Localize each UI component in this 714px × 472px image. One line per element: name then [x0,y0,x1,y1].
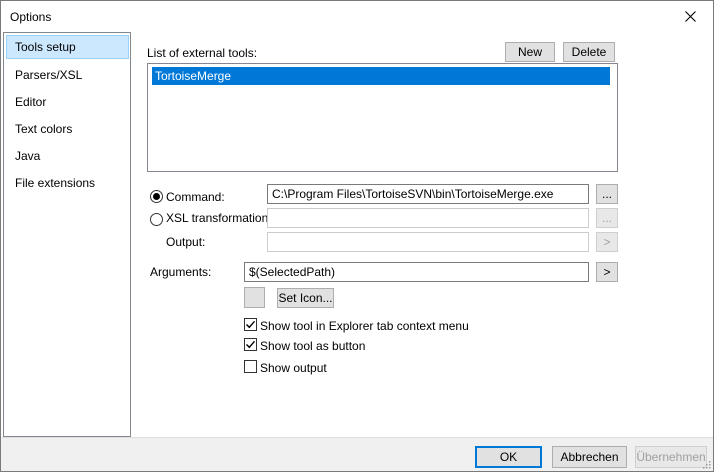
checkmark-icon [246,340,256,349]
sidebar-item-label: Text colors [15,122,73,136]
close-button[interactable] [667,1,713,32]
xsl-browse-button[interactable]: ... [596,208,618,228]
dialog-footer: OK Abbrechen Übernehmen [1,437,713,471]
apply-button[interactable]: Übernehmen [635,446,707,468]
cancel-button[interactable]: Abbrechen [552,446,627,468]
xsl-transformation-input[interactable] [267,208,589,228]
show-as-button-checkbox[interactable] [244,338,257,351]
output-arrow-button[interactable]: > [596,232,618,252]
show-in-context-menu-checkbox[interactable] [244,318,257,331]
sidebar-item-label: Tools setup [15,40,76,54]
show-output-label: Show output [260,361,327,375]
sidebar-item-java[interactable]: Java [6,144,129,168]
sidebar-item-parsers-xsl[interactable]: Parsers/XSL [6,63,129,87]
sidebar-item-file-extensions[interactable]: File extensions [6,171,129,195]
show-as-button-label: Show tool as button [260,339,366,353]
arguments-input[interactable]: $(SelectedPath) [244,262,589,282]
sidebar-item-editor[interactable]: Editor [6,90,129,114]
new-tool-button[interactable]: New [505,42,555,62]
sidebar-item-label: Editor [15,95,47,109]
command-radio[interactable] [150,190,163,203]
arguments-label: Arguments: [150,265,212,279]
ok-button[interactable]: OK [475,446,542,468]
sidebar-item-tools-setup[interactable]: Tools setup [6,35,129,59]
show-output-checkbox[interactable] [244,360,257,373]
delete-tool-button[interactable]: Delete [563,42,615,62]
window-title: Options [10,10,52,24]
arguments-arrow-button[interactable]: > [596,262,618,282]
sidebar-item-label: File extensions [15,176,96,190]
output-label: Output: [166,235,206,249]
sidebar-item-label: Java [15,149,41,163]
show-in-context-menu-label: Show tool in Explorer tab context menu [260,319,469,333]
output-input[interactable] [267,232,589,252]
command-label: Command: [166,190,225,204]
command-input[interactable]: C:\Program Files\TortoiseSVN\bin\Tortois… [267,184,589,204]
set-icon-button[interactable]: Set Icon... [277,288,334,308]
tools-list-label: List of external tools: [147,46,258,60]
external-tools-list[interactable]: TortoiseMerge [147,63,618,172]
options-category-list: Tools setup Parsers/XSL Editor Text colo… [3,32,131,437]
resize-grip-icon[interactable] [701,459,711,469]
options-dialog: Options Tools setup Parsers/XSL Editor T… [0,0,714,472]
command-browse-button[interactable]: ... [596,184,618,204]
checkmark-icon [246,320,256,329]
tool-icon-preview [244,287,265,308]
xsl-transformation-radio[interactable] [150,213,163,226]
sidebar-item-text-colors[interactable]: Text colors [6,117,129,141]
title-bar: Options [1,1,713,32]
list-item[interactable]: TortoiseMerge [152,67,610,85]
close-icon [684,11,696,22]
xsl-transformation-label: XSL transformation: [166,211,272,225]
sidebar-item-label: Parsers/XSL [15,68,83,82]
